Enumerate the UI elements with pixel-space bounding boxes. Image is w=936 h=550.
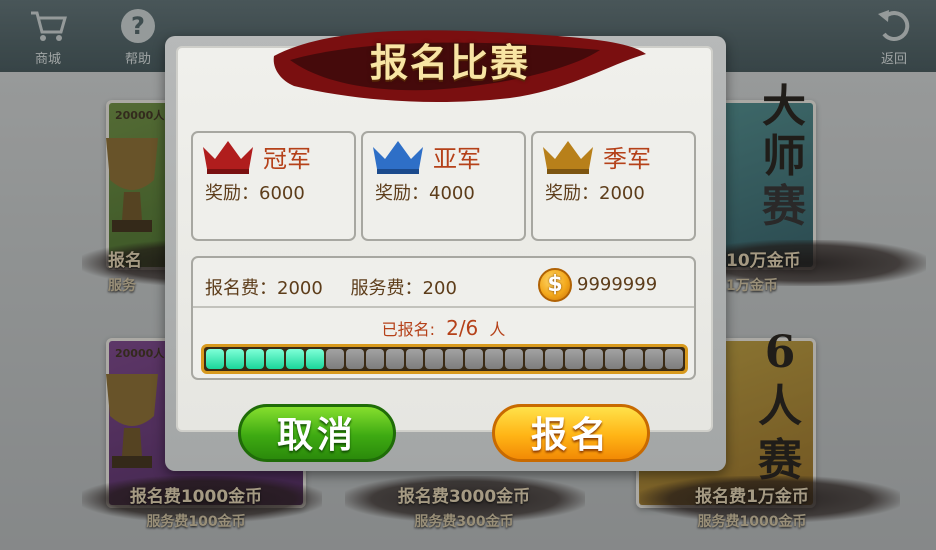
progress-segment-empty — [325, 349, 344, 369]
progress-segment-filled — [225, 349, 244, 369]
progress-segment-empty — [585, 349, 604, 369]
divider — [193, 306, 694, 308]
coin-icon: $ — [538, 268, 572, 302]
prize-second: 亚军 奖励：4000 — [361, 131, 526, 241]
prize-third: 季军 奖励：2000 — [531, 131, 696, 241]
enrolled-suffix: 人 — [489, 320, 506, 339]
progress-segment-empty — [485, 349, 504, 369]
progress-segment-empty — [565, 349, 584, 369]
prize-first: 冠军 奖励：6000 — [191, 131, 356, 241]
progress-segment-empty — [385, 349, 404, 369]
progress-segment-filled — [265, 349, 284, 369]
progress-segment-filled — [245, 349, 264, 369]
progress-segment-empty — [505, 349, 524, 369]
progress-segment-empty — [465, 349, 484, 369]
prize-reward: 奖励：4000 — [375, 183, 475, 204]
service-fee: 服务费：200 — [350, 278, 457, 299]
crown-icon — [543, 141, 593, 174]
fee-line: 报名费：2000 服务费：200 — [205, 274, 479, 300]
coin-balance: 9999999 — [577, 274, 658, 295]
progress-segment-empty — [365, 349, 384, 369]
progress-segment-empty — [405, 349, 424, 369]
prize-rank: 冠军 — [263, 145, 311, 173]
progress-segment-empty — [545, 349, 564, 369]
prize-reward: 奖励：6000 — [205, 183, 305, 204]
prize-reward: 奖励：2000 — [545, 183, 645, 204]
dialog-title: 报名比赛 — [369, 40, 530, 85]
prize-rank: 亚军 — [433, 145, 481, 173]
signup-button[interactable]: 报名 — [492, 404, 650, 462]
progress-segment-empty — [644, 349, 663, 369]
progress-segment-empty — [664, 349, 683, 369]
cancel-button[interactable]: 取消 — [238, 404, 396, 462]
progress-segment-empty — [525, 349, 544, 369]
progress-segment-filled — [285, 349, 304, 369]
enrollment-progress-bar — [201, 344, 688, 374]
progress-segment-empty — [625, 349, 643, 369]
prize-rank: 季军 — [603, 145, 651, 173]
enrolled-count: 2/6 — [446, 316, 479, 340]
progress-segment-empty — [605, 349, 624, 369]
crown-icon — [203, 141, 253, 174]
enrolled-prefix: 已报名: — [381, 320, 435, 339]
crown-icon — [373, 141, 423, 174]
progress-segment-empty — [425, 349, 444, 369]
fee-panel: 报名费：2000 服务费：200 $ 9999999 已报名: 2/6 人 — [191, 256, 696, 380]
progress-segment-empty — [345, 349, 364, 369]
entry-fee: 报名费：2000 — [205, 278, 323, 299]
progress-segment-filled — [305, 349, 324, 369]
progress-segment-empty — [445, 349, 464, 369]
progress-segment-filled — [206, 349, 224, 369]
enrolled-status: 已报名: 2/6 人 — [193, 316, 694, 340]
